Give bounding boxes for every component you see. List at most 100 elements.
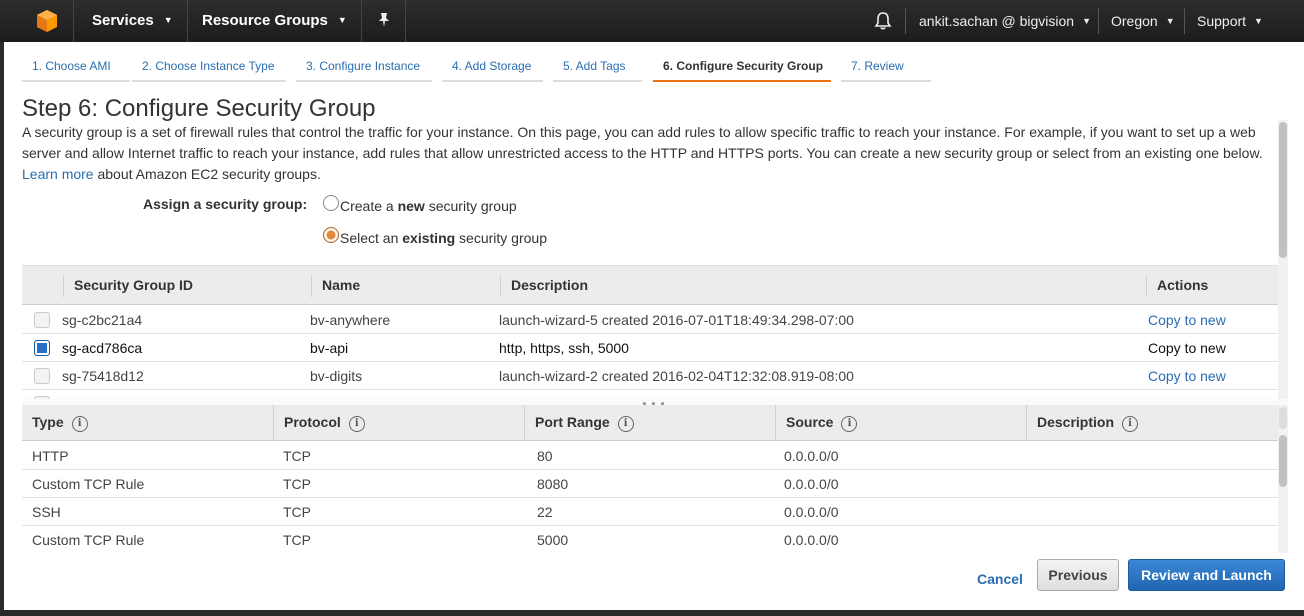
scrollbar-thumb[interactable]	[1279, 122, 1287, 258]
column-header-description[interactable]: Description	[500, 275, 1146, 297]
account-menu-label: ankit.sachan @ bigvision	[919, 13, 1075, 29]
table-row: Custom TCP Rule TCP 8080 0.0.0.0/0	[22, 470, 1278, 498]
security-group-name: bv-api	[310, 340, 349, 356]
aws-cube-icon	[37, 10, 57, 32]
security-group-table: Security Group ID Name Description Actio…	[22, 265, 1278, 399]
row-checkbox[interactable]	[34, 368, 50, 384]
column-header-label: Source	[786, 414, 834, 430]
security-group-id: sg-acd786ca	[62, 340, 143, 356]
rule-port-range: 22	[537, 504, 553, 520]
create-new-radio[interactable]	[323, 195, 339, 211]
table-row[interactable]: sg-75418d12 bv-digits launch-wizard-2 cr…	[22, 362, 1278, 390]
row-checkbox[interactable]	[34, 340, 50, 356]
rules-scrollbar[interactable]	[1278, 405, 1288, 553]
copy-to-new-link[interactable]: Copy to new	[1148, 362, 1226, 390]
tab-choose-instance-type[interactable]: 2. Choose Instance Type	[132, 56, 286, 82]
column-header-port-range: Port Range i	[524, 405, 775, 441]
info-icon[interactable]: i	[71, 416, 88, 432]
table-header: Security Group ID Name Description Actio…	[22, 265, 1278, 305]
scrollbar-thumb[interactable]	[1279, 435, 1287, 487]
rule-source: 0.0.0.0/0	[784, 532, 839, 548]
table-row: HTTP TCP 80 0.0.0.0/0	[22, 442, 1278, 470]
table-row-partial[interactable]	[22, 390, 1278, 399]
chevron-down-icon: ▼	[1165, 16, 1175, 26]
tab-configure-instance[interactable]: 3. Configure Instance	[296, 56, 432, 82]
column-header-security-group-id[interactable]: Security Group ID	[63, 275, 311, 297]
column-header-label: Type	[32, 414, 64, 430]
table-row: SSH TCP 22 0.0.0.0/0	[22, 498, 1278, 526]
rule-protocol: TCP	[283, 448, 311, 464]
rule-port-range: 80	[537, 448, 553, 464]
region-menu[interactable]: Oregon ▼	[1111, 0, 1175, 42]
support-menu[interactable]: Support ▼	[1197, 0, 1263, 42]
security-group-description: launch-wizard-5 created 2016-07-01T18:49…	[499, 312, 854, 328]
cancel-button[interactable]: Cancel	[962, 563, 1038, 595]
column-header-label: Port Range	[535, 414, 610, 430]
tab-add-tags[interactable]: 5. Add Tags	[553, 56, 642, 82]
aws-logo[interactable]	[0, 0, 74, 42]
create-new-radio-label[interactable]: Create a new security group	[340, 198, 517, 214]
notifications-bell-icon[interactable]	[874, 11, 892, 31]
pin-icon	[379, 13, 389, 27]
pin-button[interactable]	[362, 0, 406, 42]
learn-more-link[interactable]: Learn more	[22, 166, 94, 182]
divider	[1098, 8, 1099, 34]
security-group-description: http, https, ssh, 5000	[499, 340, 629, 356]
radio-text: Create a	[340, 198, 398, 214]
rule-protocol: TCP	[283, 532, 311, 548]
services-menu-label: Services	[92, 12, 154, 29]
rule-source: 0.0.0.0/0	[784, 448, 839, 464]
copy-to-new-link[interactable]: Copy to new	[1148, 306, 1226, 334]
radio-text-bold: existing	[402, 230, 456, 246]
scrollbar-track-segment[interactable]	[1279, 407, 1287, 429]
radio-text: Select an	[340, 230, 403, 246]
tab-choose-ami[interactable]: 1. Choose AMI	[22, 56, 130, 82]
rule-port-range: 8080	[537, 476, 569, 492]
intro-suffix: about Amazon EC2 security groups.	[97, 166, 321, 182]
table-row-selected[interactable]: sg-acd786ca bv-api http, https, ssh, 500…	[22, 334, 1278, 362]
support-menu-label: Support	[1197, 13, 1247, 29]
column-header-name[interactable]: Name	[311, 275, 499, 297]
intro-body: A security group is a set of firewall ru…	[22, 124, 1263, 161]
rule-protocol: TCP	[283, 476, 311, 492]
rule-protocol: TCP	[283, 504, 311, 520]
radio-text: security group	[424, 198, 517, 214]
previous-button[interactable]: Previous	[1037, 559, 1119, 591]
resource-groups-menu[interactable]: Resource Groups ▼	[184, 0, 362, 42]
security-group-name: bv-anywhere	[310, 312, 391, 328]
column-header-type: Type i	[22, 405, 273, 441]
chevron-down-icon: ▼	[337, 15, 347, 25]
security-group-name: bv-digits	[310, 368, 363, 384]
chevron-down-icon: ▼	[1254, 16, 1263, 26]
info-icon[interactable]: i	[348, 416, 365, 432]
table-row[interactable]: sg-c2bc21a4 bv-anywhere launch-wizard-5 …	[22, 306, 1278, 334]
services-menu[interactable]: Services ▼	[74, 0, 188, 42]
select-existing-radio-label[interactable]: Select an existing security group	[340, 230, 547, 246]
account-menu[interactable]: ankit.sachan @ bigvision ▼	[919, 0, 1091, 42]
table-row: Custom TCP Rule TCP 5000 0.0.0.0/0	[22, 526, 1278, 553]
page-scrollbar[interactable]	[1278, 120, 1288, 400]
region-menu-label: Oregon	[1111, 13, 1158, 29]
row-checkbox[interactable]	[34, 312, 50, 328]
radio-text-bold: new	[397, 198, 425, 214]
radio-text: security group	[455, 230, 547, 246]
info-icon[interactable]: i	[1122, 416, 1139, 432]
main-panel: 1. Choose AMI 2. Choose Instance Type 3.…	[4, 42, 1304, 610]
tab-review[interactable]: 7. Review	[841, 56, 931, 82]
info-icon[interactable]: i	[841, 416, 858, 432]
tab-configure-security-group[interactable]: 6. Configure Security Group	[653, 56, 831, 82]
chevron-down-icon: ▼	[163, 15, 173, 25]
chevron-down-icon: ▼	[1082, 16, 1091, 26]
review-and-launch-button[interactable]: Review and Launch	[1128, 559, 1285, 591]
select-existing-radio[interactable]	[323, 227, 339, 243]
resource-groups-menu-label: Resource Groups	[202, 12, 328, 29]
rule-type: SSH	[32, 504, 61, 520]
rule-source: 0.0.0.0/0	[784, 476, 839, 492]
tab-add-storage[interactable]: 4. Add Storage	[442, 56, 543, 82]
copy-to-new-link[interactable]: Copy to new	[1148, 334, 1226, 362]
security-group-id: sg-75418d12	[62, 368, 144, 384]
security-group-id: sg-c2bc21a4	[62, 312, 143, 328]
info-icon[interactable]: i	[617, 416, 634, 432]
divider	[1184, 8, 1185, 34]
assign-security-group-label: Assign a security group:	[143, 196, 308, 212]
